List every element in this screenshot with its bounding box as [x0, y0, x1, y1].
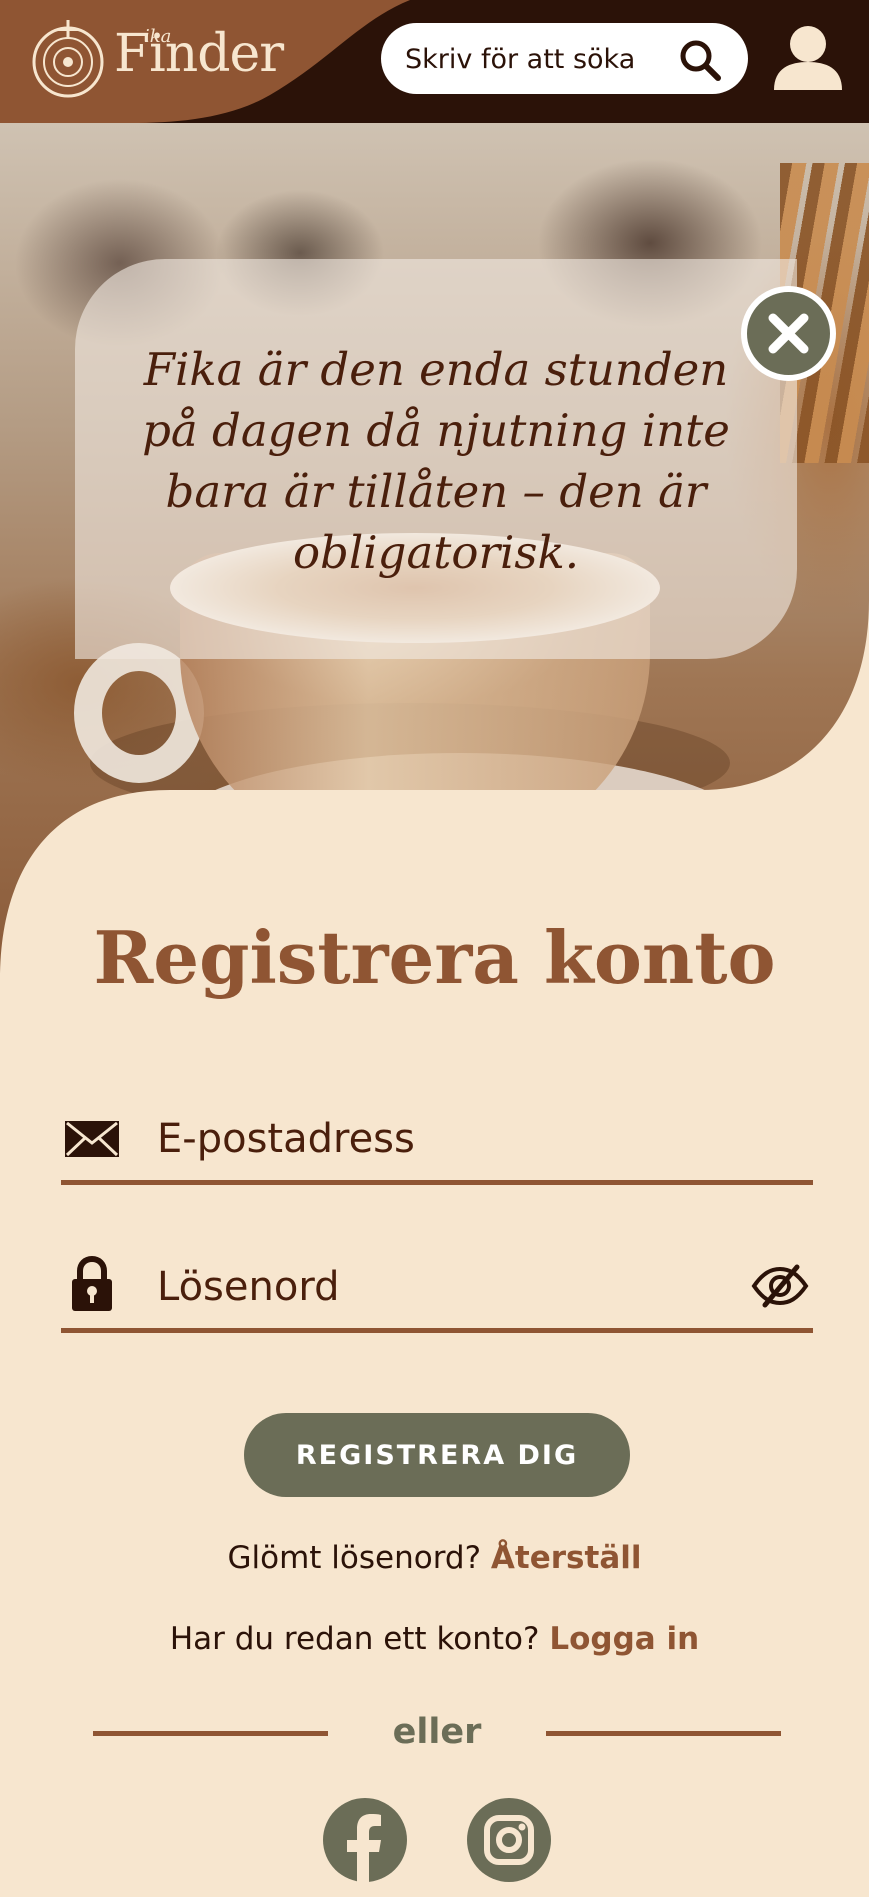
- coffee-emblem-icon: [32, 20, 104, 98]
- search-icon[interactable]: [677, 37, 723, 83]
- divider-left: [93, 1731, 328, 1736]
- envelope-icon: [65, 1121, 119, 1157]
- user-icon[interactable]: [772, 24, 844, 94]
- email-input[interactable]: [157, 1111, 717, 1167]
- page-title: Registrera konto: [93, 915, 776, 1000]
- password-input[interactable]: [157, 1259, 717, 1315]
- eye-slash-icon[interactable]: [751, 1263, 809, 1309]
- search-input[interactable]: [405, 39, 675, 79]
- close-icon: [768, 313, 809, 354]
- lock-icon: [72, 1255, 112, 1311]
- login-link[interactable]: Logga in: [549, 1621, 699, 1657]
- register-button[interactable]: REGISTRERA DIG: [244, 1413, 630, 1497]
- password-field: [61, 1233, 813, 1333]
- logo-big-text: Finder: [114, 24, 284, 84]
- instagram-button[interactable]: [467, 1798, 551, 1882]
- facebook-button[interactable]: [323, 1798, 407, 1882]
- facebook-icon: [347, 1814, 381, 1882]
- instagram-icon: [484, 1815, 534, 1865]
- quote-card: Fika är den enda stunden på dagen då nju…: [75, 259, 797, 659]
- have-account-line: Har du redan ett konto? Logga in: [0, 1621, 869, 1657]
- forgot-password-line: Glömt lösenord? Återställ: [0, 1540, 869, 1576]
- close-button[interactable]: [741, 286, 836, 381]
- logo-wordmark: ika Finder: [114, 22, 284, 86]
- logo-small-text: ika: [144, 26, 172, 47]
- have-account-text: Har du redan ett konto?: [169, 1621, 540, 1657]
- or-label: eller: [392, 1712, 482, 1752]
- email-field: [61, 1085, 813, 1185]
- fika-finder-logo[interactable]: ika Finder: [28, 16, 284, 102]
- search-bar: [381, 23, 748, 94]
- quote-text: Fika är den enda stunden på dagen då nju…: [142, 343, 730, 579]
- divider-right: [546, 1731, 781, 1736]
- reset-password-link[interactable]: Återställ: [491, 1540, 642, 1576]
- forgot-password-text: Glömt lösenord?: [227, 1540, 482, 1576]
- site-header: ika Finder: [0, 0, 869, 123]
